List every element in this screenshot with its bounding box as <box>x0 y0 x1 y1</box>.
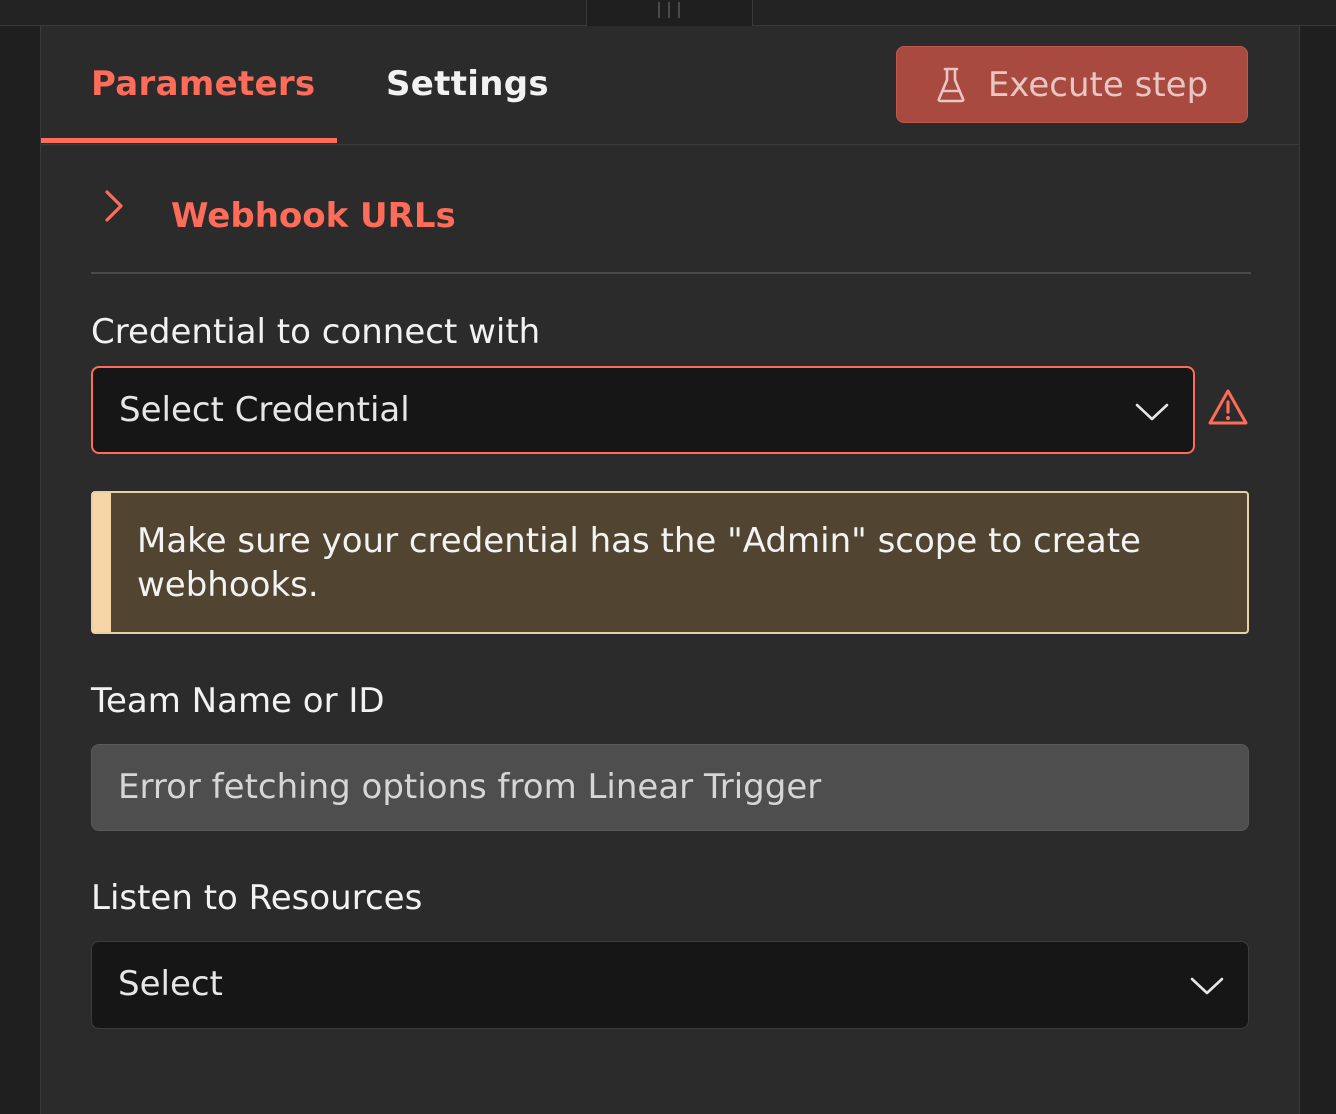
webhook-urls-section[interactable]: Webhook URLs <box>91 186 1251 274</box>
node-parameters-panel: Parameters Settings Execute step Webhook… <box>40 26 1300 1114</box>
flask-icon <box>937 67 965 102</box>
top-strip-left <box>0 0 587 26</box>
webhook-urls-title[interactable]: Webhook URLs <box>171 196 456 236</box>
chevron-right-icon[interactable] <box>103 188 125 224</box>
notice-text: Make sure your credential has the "Admin… <box>137 521 1141 605</box>
credential-select[interactable]: Select Credential <box>91 366 1195 454</box>
drag-handle-icon[interactable] <box>658 2 680 18</box>
credential-label: Credential to connect with <box>91 312 541 352</box>
top-strip <box>0 0 1336 26</box>
team-select[interactable]: Error fetching options from Linear Trigg… <box>91 744 1249 831</box>
execute-step-button[interactable]: Execute step <box>896 46 1248 123</box>
active-tab-indicator <box>41 138 337 143</box>
chevron-down-icon <box>1190 977 1224 995</box>
tabs-bar: Parameters Settings Execute step <box>41 26 1299 145</box>
resources-select[interactable]: Select <box>91 941 1249 1029</box>
team-label: Team Name or ID <box>91 681 385 721</box>
tab-settings[interactable]: Settings <box>386 64 549 104</box>
chevron-down-icon <box>1135 403 1169 421</box>
tab-parameters[interactable]: Parameters <box>91 64 315 104</box>
resources-select-value: Select <box>118 964 223 1004</box>
team-select-value: Error fetching options from Linear Trigg… <box>118 767 822 807</box>
admin-scope-notice: Make sure your credential has the "Admin… <box>91 491 1249 634</box>
notice-accent-bar <box>93 493 111 632</box>
execute-step-label: Execute step <box>987 64 1209 105</box>
top-strip-right <box>752 0 1336 26</box>
resources-label: Listen to Resources <box>91 878 423 918</box>
credential-select-value: Select Credential <box>119 390 410 430</box>
warning-triangle-icon <box>1208 389 1248 425</box>
